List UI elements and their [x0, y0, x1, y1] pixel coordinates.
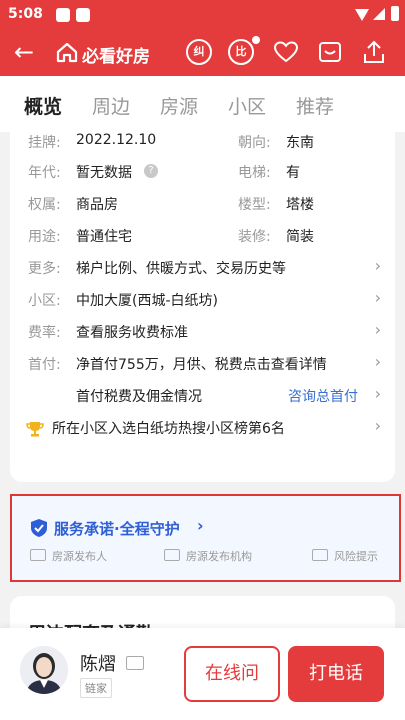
signal-icon	[373, 8, 385, 20]
call-button[interactable]: 打电话	[288, 646, 384, 702]
shield-check-icon	[31, 519, 47, 537]
tab-community[interactable]: 小区	[228, 92, 266, 119]
chevron-right-icon: ›	[374, 416, 381, 435]
tab-recommend[interactable]: 推荐	[296, 92, 334, 119]
orientation-value: 东南	[286, 135, 314, 151]
risk-shield-icon	[312, 549, 328, 561]
more-value: 梯户比例、供暖方式、交易历史等	[76, 261, 286, 277]
fees-value: 查看服务收费标准	[76, 325, 188, 341]
chevron-right-icon: ›	[374, 288, 381, 307]
notification-icon	[76, 8, 90, 22]
heart-icon[interactable]	[272, 38, 300, 66]
consult-down-payment-link[interactable]: 咨询总首付	[288, 386, 358, 406]
online-chat-button[interactable]: 在线问	[184, 646, 280, 702]
promise-item-agency: 房源发布机构	[186, 550, 252, 563]
agent-contact-bar: 陈熠 链家 在线问 打电话	[0, 628, 405, 720]
battery-icon	[391, 6, 399, 21]
down-payment-label: 首付:	[28, 357, 61, 373]
elevator-value: 有	[286, 165, 300, 181]
back-arrow-icon[interactable]: ←	[14, 36, 34, 68]
promise-item-risk: 风险提示	[334, 550, 378, 563]
usage-label: 用途:	[28, 229, 61, 245]
agent-avatar[interactable]	[20, 646, 68, 694]
org-card-icon	[164, 549, 180, 561]
id-card-icon[interactable]	[126, 656, 144, 670]
ownership-value: 商品房	[76, 197, 118, 213]
chevron-right-icon: ›	[374, 384, 381, 403]
notification-icon	[56, 8, 70, 22]
compare-icon[interactable]: 比	[228, 39, 254, 65]
person-card-icon	[30, 549, 46, 561]
correction-icon[interactable]: 纠	[186, 39, 212, 65]
app-brand: 必看好房	[82, 47, 150, 67]
trophy-icon	[26, 422, 44, 437]
decoration-value: 简装	[286, 229, 314, 245]
down-payment-sub: 首付税费及佣金情况	[76, 389, 202, 405]
ownership-label: 权属:	[28, 197, 61, 213]
agent-name: 陈熠	[80, 654, 116, 675]
year-label: 年代:	[28, 165, 61, 181]
building-type-label: 楼型:	[238, 197, 271, 213]
decoration-label: 装修:	[238, 229, 271, 245]
chevron-right-icon: ›	[197, 516, 204, 535]
tab-overview[interactable]: 概览	[24, 92, 62, 119]
ranking-text: 所在小区入选白纸坊热搜小区榜第6名	[52, 421, 285, 437]
compare-badge-dot	[252, 36, 260, 44]
more-label: 更多:	[28, 261, 61, 277]
building-type-value: 塔楼	[286, 197, 314, 213]
chevron-right-icon: ›	[374, 352, 381, 371]
chevron-right-icon: ›	[374, 256, 381, 275]
agent-company: 链家	[80, 678, 112, 698]
community-value: 中加大厦(西城-白纸坊)	[76, 293, 218, 309]
elevator-label: 电梯:	[238, 165, 271, 181]
listing-date-value: 2022.12.10	[76, 132, 157, 148]
chevron-right-icon: ›	[374, 320, 381, 339]
usage-value: 普通住宅	[76, 229, 132, 245]
service-promise-section[interactable]: 服务承诺·全程守护 › 房源发布人 房源发布机构 风险提示	[10, 494, 401, 582]
down-payment-value: 净首付755万，月供、税费点击查看详情	[76, 357, 327, 373]
year-value: 暂无数据	[76, 165, 132, 181]
help-icon[interactable]: ?	[144, 164, 158, 178]
house-logo-icon	[56, 42, 78, 63]
top-nav-bar: ← 必看好房 纠 比	[0, 30, 405, 76]
orientation-label: 朝向:	[238, 135, 271, 151]
tab-surroundings[interactable]: 周边	[92, 92, 130, 119]
fees-label: 费率:	[28, 325, 61, 341]
listing-date-label: 挂牌:	[28, 135, 61, 151]
section-tabs: 概览 周边 房源 小区 推荐	[0, 76, 405, 132]
tab-listings[interactable]: 房源	[160, 92, 198, 119]
community-label: 小区:	[28, 293, 61, 309]
property-info-card: 挂牌: 2022.12.10 朝向: 东南 年代: 暂无数据 ? 电梯: 有 权…	[10, 132, 395, 482]
agent-photo	[20, 646, 68, 694]
promise-item-publisher: 房源发布人	[52, 550, 107, 563]
status-time: 5:08	[8, 6, 43, 22]
wifi-icon	[355, 9, 369, 21]
share-icon[interactable]	[360, 38, 388, 66]
service-promise-title: 服务承诺·全程守护	[54, 520, 180, 538]
status-bar: 5:08	[0, 0, 405, 30]
message-icon[interactable]	[316, 38, 344, 66]
